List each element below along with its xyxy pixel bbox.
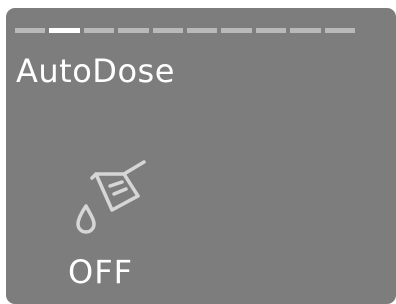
page-indicator (15, 28, 356, 34)
page-indicator-segment (290, 28, 321, 33)
page-indicator-segment (187, 28, 218, 33)
page-indicator-segment (83, 28, 115, 33)
page-indicator-segment (324, 28, 356, 33)
page-indicator-segment-active (49, 28, 80, 33)
screen-title: AutoDose (16, 52, 175, 90)
page-indicator-segment (221, 28, 252, 33)
page-indicator-segment (152, 28, 184, 33)
page-indicator-segment (255, 28, 287, 33)
autodose-screen[interactable]: AutoDose OFF (6, 8, 396, 304)
page-indicator-segment (118, 28, 149, 33)
autodose-status: OFF (68, 253, 133, 291)
measuring-cup-dose-icon (76, 160, 146, 234)
page-indicator-segment (15, 28, 46, 33)
